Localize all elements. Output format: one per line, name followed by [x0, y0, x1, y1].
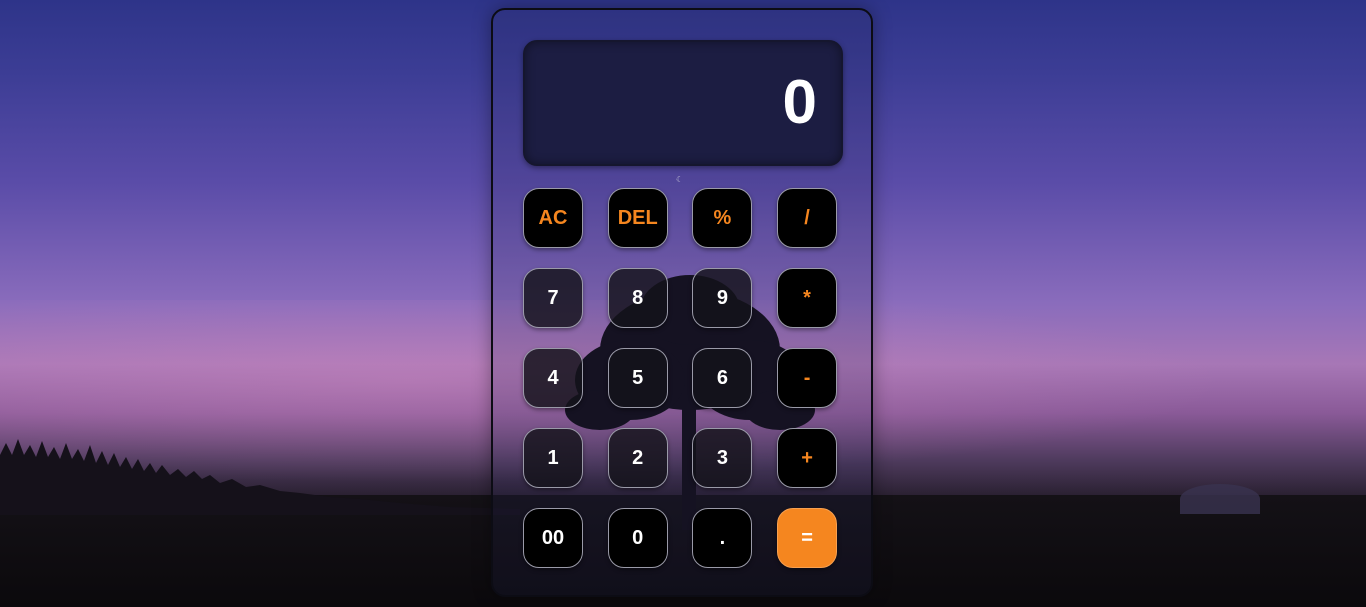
digit-4-button[interactable]: 4 — [523, 348, 583, 408]
calculator-display: 0 — [523, 40, 843, 166]
decimal-point-button[interactable]: . — [692, 508, 753, 568]
clear-all-button[interactable]: AC — [523, 188, 583, 248]
delete-button[interactable]: DEL — [607, 188, 668, 248]
background-distant-hill — [1180, 484, 1260, 514]
add-button[interactable]: + — [777, 428, 838, 488]
digit-0-button[interactable]: 0 — [607, 508, 668, 568]
digit-1-button[interactable]: 1 — [523, 428, 583, 488]
digit-9-button[interactable]: 9 — [692, 268, 753, 328]
digit-3-button[interactable]: 3 — [692, 428, 753, 488]
equals-button[interactable]: = — [777, 508, 838, 568]
keypad: AC DEL % / 7 8 9 * 4 5 6 - 1 2 3 + 00 0 … — [523, 188, 839, 568]
percent-button[interactable]: % — [692, 188, 753, 248]
divide-button[interactable]: / — [777, 188, 838, 248]
background-tree-line — [0, 439, 520, 515]
digit-6-button[interactable]: 6 — [692, 348, 753, 408]
calculator: 0 AC DEL % / 7 8 9 * 4 5 6 - 1 2 3 + 00 … — [491, 8, 873, 597]
digit-7-button[interactable]: 7 — [523, 268, 583, 328]
digit-2-button[interactable]: 2 — [607, 428, 668, 488]
multiply-button[interactable]: * — [777, 268, 838, 328]
subtract-button[interactable]: - — [777, 348, 838, 408]
double-zero-button[interactable]: 00 — [523, 508, 583, 568]
digit-5-button[interactable]: 5 — [607, 348, 668, 408]
digit-8-button[interactable]: 8 — [607, 268, 668, 328]
display-value: 0 — [782, 68, 817, 137]
